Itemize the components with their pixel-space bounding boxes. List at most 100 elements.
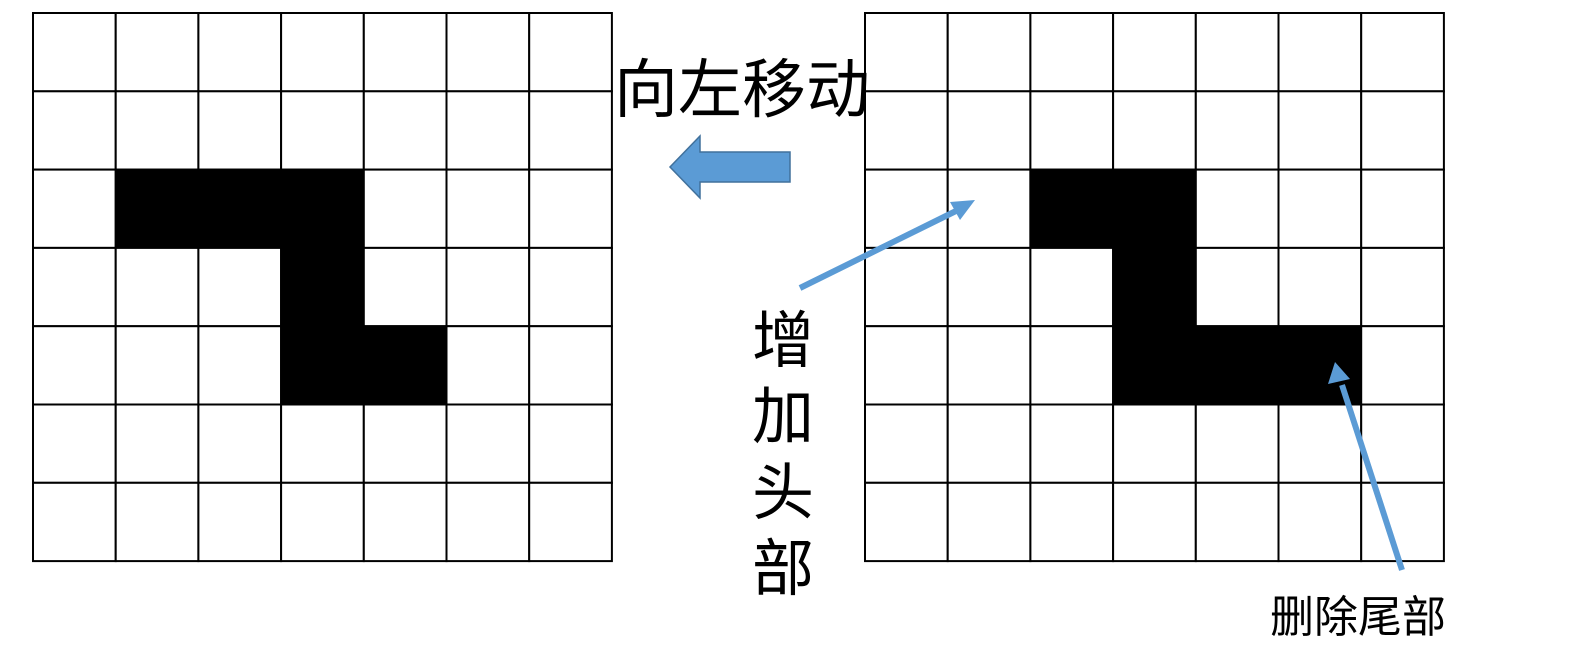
before-grid-cell [362, 90, 448, 171]
after-grid-cell [1277, 246, 1363, 328]
before-grid-cell [528, 481, 613, 563]
after-snake-cell [1112, 246, 1197, 328]
after-grid-cell [946, 12, 1032, 93]
after-grid-cell [946, 325, 1032, 406]
before-grid-cell [197, 246, 283, 328]
before-grid-cell [362, 403, 448, 484]
after-grid-cell [864, 90, 949, 171]
after-grid-cell [1029, 325, 1115, 406]
before-grid-cell [114, 403, 200, 484]
after-snake-cell [1112, 325, 1197, 406]
after-grid-cell [1277, 12, 1363, 93]
before-grid-cell [280, 90, 365, 171]
add-head-char: 加 [752, 380, 814, 453]
before-grid-cell [362, 168, 448, 249]
after-grid-cell [864, 12, 949, 93]
after-grid-cell [864, 481, 949, 563]
before-grid-cell [528, 403, 613, 484]
before-grid-cell [280, 481, 365, 563]
before-grid-cell [528, 168, 613, 249]
after-grid-cell [864, 403, 949, 484]
before-grid-cell [32, 90, 117, 171]
before-grid-cell [362, 12, 448, 93]
before-grid-cell [197, 12, 283, 93]
after-grid-cell [1029, 403, 1115, 484]
add-head-char: 部 [752, 532, 814, 605]
before-snake-cell [114, 168, 200, 249]
before-grid-cell [197, 481, 283, 563]
before-grid-cell [445, 90, 531, 171]
before-grid-cell [32, 481, 117, 563]
after-grid-cell [946, 246, 1032, 328]
before-grid-cell [528, 12, 613, 93]
after-grid-cell [1360, 90, 1445, 171]
after-grid-cell [1277, 168, 1363, 249]
grid-after [864, 12, 1445, 563]
before-grid-cell [445, 403, 531, 484]
after-grid-cell [1112, 12, 1197, 93]
after-grid-cell [1029, 246, 1115, 328]
before-grid-cell [114, 246, 200, 328]
after-grid-cell [1360, 403, 1445, 484]
after-snake-cell [1277, 325, 1363, 406]
before-grid-cell [114, 12, 200, 93]
after-grid-cell [1360, 12, 1445, 93]
before-grid-cell [32, 12, 117, 93]
after-grid-cell [864, 325, 949, 406]
before-grid-cell [445, 168, 531, 249]
before-snake-cell [362, 325, 448, 406]
after-grid-cell [1194, 481, 1280, 563]
before-snake-cell [197, 168, 283, 249]
before-snake-cell [280, 168, 365, 249]
after-grid-cell [1194, 90, 1280, 171]
move-left-label: 向左移动 [614, 54, 870, 128]
before-grid-cell [280, 12, 365, 93]
before-grid-cell [197, 325, 283, 406]
remove-tail-label: 删除尾部 [1270, 592, 1446, 643]
before-grid-cell [362, 246, 448, 328]
after-snake-cell [1029, 168, 1115, 249]
before-grid-cell [114, 325, 200, 406]
before-grid-cell [114, 90, 200, 171]
after-grid-cell [1194, 168, 1280, 249]
after-grid-cell [1194, 403, 1280, 484]
add-head-char: 头 [752, 456, 814, 529]
before-grid-cell [32, 403, 117, 484]
grid-before [32, 12, 613, 563]
after-grid-cell [1360, 168, 1445, 249]
after-grid-cell [1277, 403, 1363, 484]
before-grid-cell [528, 246, 613, 328]
before-grid-cell [528, 90, 613, 171]
add-head-char: 增 [752, 304, 814, 377]
before-grid-cell [445, 325, 531, 406]
after-grid-cell [1277, 481, 1363, 563]
before-grid-cell [445, 481, 531, 563]
after-grid-cell [1194, 246, 1280, 328]
after-grid-cell [1029, 481, 1115, 563]
left-arrow-icon [668, 134, 791, 200]
after-grid-cell [946, 403, 1032, 484]
after-grid-cell [1029, 90, 1115, 171]
before-grid-cell [197, 403, 283, 484]
after-snake-cell [1194, 325, 1280, 406]
snake-move-diagram: 向左移动 增加头部 删除尾部 [32, 12, 1446, 643]
before-grid-cell [445, 12, 531, 93]
after-snake-cell [1112, 168, 1197, 249]
after-grid-cell [1194, 12, 1280, 93]
before-grid-cell [280, 403, 365, 484]
after-grid-cell [1277, 90, 1363, 171]
before-grid-cell [445, 246, 531, 328]
after-grid-cell [946, 90, 1032, 171]
before-grid-cell [32, 325, 117, 406]
after-grid-cell [1112, 403, 1197, 484]
before-snake-cell [280, 325, 365, 406]
before-grid-cell [528, 325, 613, 406]
after-grid-cell [1360, 325, 1445, 406]
after-grid-cell [946, 481, 1032, 563]
before-grid-cell [114, 481, 200, 563]
before-grid-cell [362, 481, 448, 563]
after-grid-cell [1112, 481, 1197, 563]
before-snake-cell [280, 246, 365, 328]
after-grid-cell [1360, 481, 1445, 563]
after-grid-cell [864, 246, 949, 328]
